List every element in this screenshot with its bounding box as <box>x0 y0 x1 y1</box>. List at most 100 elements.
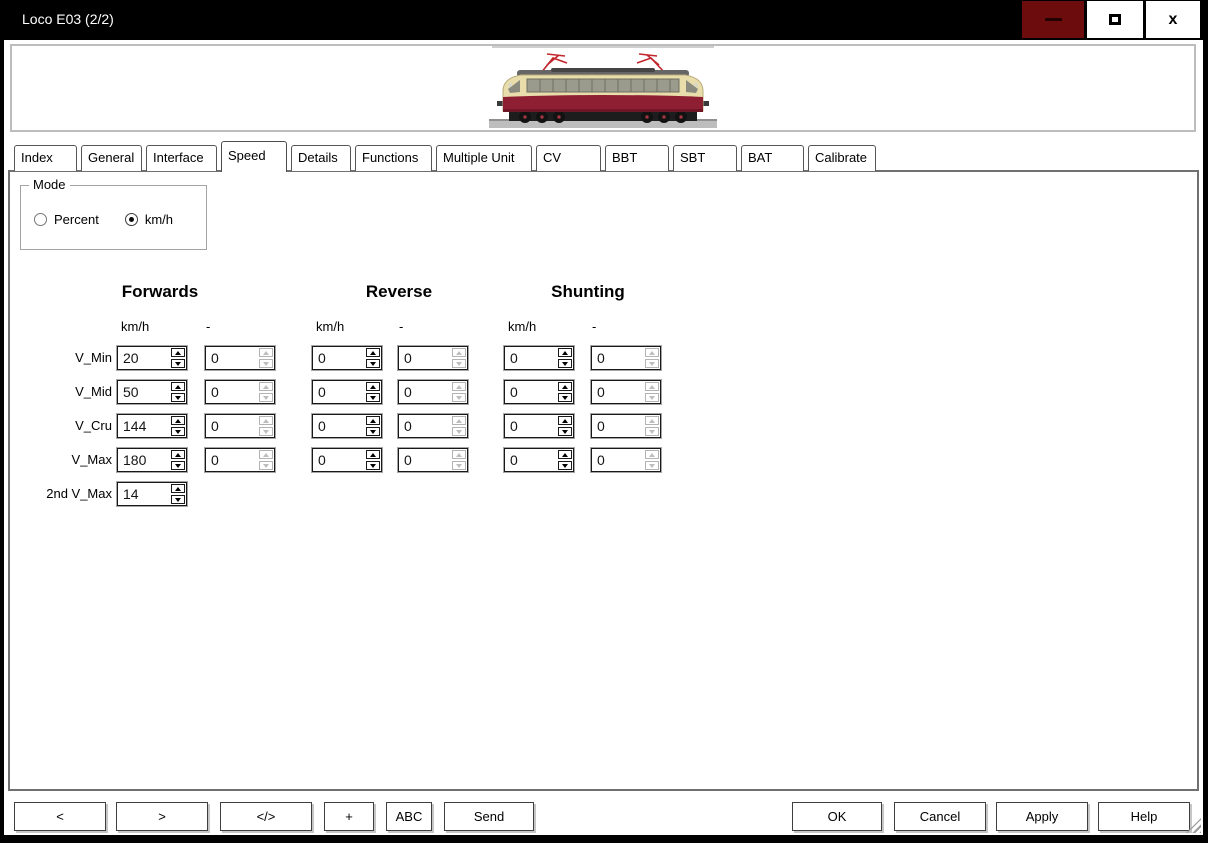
minimize-button[interactable] <box>1022 1 1084 38</box>
arrow-down-icon <box>456 396 462 400</box>
tab-calibrate[interactable]: Calibrate <box>808 145 876 171</box>
spin-field: 0 <box>590 379 662 405</box>
spin-up-button[interactable] <box>558 450 572 459</box>
help-button[interactable]: Help <box>1098 802 1190 831</box>
spin-up-button[interactable] <box>366 382 380 391</box>
spin-down-button[interactable] <box>171 495 185 504</box>
spin-up-button <box>645 382 659 391</box>
next-button[interactable]: > <box>116 802 208 831</box>
spin-field[interactable]: 0 <box>311 379 383 405</box>
spin-value[interactable]: 144 <box>119 416 168 436</box>
spin-field[interactable]: 0 <box>503 345 575 371</box>
spin-field[interactable]: 0 <box>503 447 575 473</box>
tab-interface[interactable]: Interface <box>146 145 217 171</box>
tab-bat[interactable]: BAT <box>741 145 804 171</box>
tab-index[interactable]: Index <box>14 145 77 171</box>
arrow-up-icon <box>562 385 568 389</box>
tab-general[interactable]: General <box>81 145 142 171</box>
spin-up-button[interactable] <box>171 416 185 425</box>
close-button[interactable]: x <box>1146 1 1200 38</box>
send-button[interactable]: Send <box>444 802 534 831</box>
spin-field[interactable]: 50 <box>116 379 188 405</box>
apply-button[interactable]: Apply <box>996 802 1088 831</box>
spin-up-button[interactable] <box>558 382 572 391</box>
spin-down-button[interactable] <box>366 427 380 436</box>
spin-value[interactable]: 20 <box>119 348 168 368</box>
radio-kmh[interactable]: km/h <box>125 212 173 227</box>
spin-value: 0 <box>400 450 449 470</box>
arrow-up-icon <box>370 351 376 355</box>
arrow-up-icon <box>263 419 269 423</box>
maximize-button[interactable] <box>1087 1 1143 38</box>
spin-field: 0 <box>397 413 469 439</box>
spin-field[interactable]: 0 <box>311 345 383 371</box>
spin-value[interactable]: 0 <box>314 450 363 470</box>
spin-up-button[interactable] <box>366 348 380 357</box>
arrow-up-icon <box>175 419 181 423</box>
spin-down-button <box>452 393 466 402</box>
arrow-down-icon <box>649 362 655 366</box>
spin-buttons <box>645 450 659 470</box>
tab-cv[interactable]: CV <box>536 145 601 171</box>
spin-field[interactable]: 180 <box>116 447 188 473</box>
tab-multiple-unit[interactable]: Multiple Unit <box>436 145 532 171</box>
spin-field[interactable]: 0 <box>311 447 383 473</box>
spin-down-button[interactable] <box>558 359 572 368</box>
spin-value[interactable]: 0 <box>314 382 363 402</box>
spin-value[interactable]: 50 <box>119 382 168 402</box>
tab-sbt[interactable]: SBT <box>673 145 737 171</box>
spin-down-button[interactable] <box>171 359 185 368</box>
spin-value[interactable]: 0 <box>506 450 555 470</box>
spin-down-button[interactable] <box>558 461 572 470</box>
tab-details[interactable]: Details <box>291 145 351 171</box>
row-label-v_min: V_Min <box>10 350 112 365</box>
prev-button[interactable]: < <box>14 802 106 831</box>
spin-up-button[interactable] <box>171 484 185 493</box>
ok-button[interactable]: OK <box>792 802 882 831</box>
spin-down-button[interactable] <box>558 393 572 402</box>
cancel-button[interactable]: Cancel <box>894 802 986 831</box>
spin-up-button[interactable] <box>558 416 572 425</box>
spin-value[interactable]: 14 <box>119 484 168 504</box>
spin-value[interactable]: 180 <box>119 450 168 470</box>
spin-down-button[interactable] <box>366 393 380 402</box>
spin-up-button <box>452 416 466 425</box>
spin-up-button[interactable] <box>171 348 185 357</box>
spin-up-button[interactable] <box>171 382 185 391</box>
spin-value[interactable]: 0 <box>314 348 363 368</box>
spin-field[interactable]: 20 <box>116 345 188 371</box>
add-button[interactable]: + <box>324 802 374 831</box>
spin-up-button[interactable] <box>366 416 380 425</box>
spin-value: 0 <box>593 416 642 436</box>
spin-up-button[interactable] <box>558 348 572 357</box>
spin-down-button[interactable] <box>558 427 572 436</box>
radio-percent[interactable]: Percent <box>34 212 99 227</box>
abc-button[interactable]: ABC <box>386 802 432 831</box>
spin-up-button[interactable] <box>171 450 185 459</box>
spin-field: 0 <box>397 345 469 371</box>
tab-bbt[interactable]: BBT <box>605 145 669 171</box>
spin-value[interactable]: 0 <box>314 416 363 436</box>
spin-field[interactable]: 0 <box>503 413 575 439</box>
spin-field[interactable]: 14 <box>116 481 188 507</box>
spin-down-button[interactable] <box>171 427 185 436</box>
spin-down-button[interactable] <box>366 359 380 368</box>
tab-functions[interactable]: Functions <box>355 145 432 171</box>
tab-speed[interactable]: Speed <box>221 141 287 172</box>
spin-field[interactable]: 0 <box>503 379 575 405</box>
spin-value: 0 <box>207 450 256 470</box>
spin-down-button[interactable] <box>171 461 185 470</box>
spin-field[interactable]: 0 <box>311 413 383 439</box>
spin-value[interactable]: 0 <box>506 416 555 436</box>
spin-buttons <box>645 382 659 402</box>
spin-field[interactable]: 144 <box>116 413 188 439</box>
code-button[interactable]: </> <box>220 802 312 831</box>
spin-up-button[interactable] <box>366 450 380 459</box>
spin-down-button[interactable] <box>171 393 185 402</box>
spin-value[interactable]: 0 <box>506 348 555 368</box>
arrow-up-icon <box>456 351 462 355</box>
spin-down-button[interactable] <box>366 461 380 470</box>
spin-value[interactable]: 0 <box>506 382 555 402</box>
arrow-down-icon <box>562 362 568 366</box>
arrow-down-icon <box>562 396 568 400</box>
